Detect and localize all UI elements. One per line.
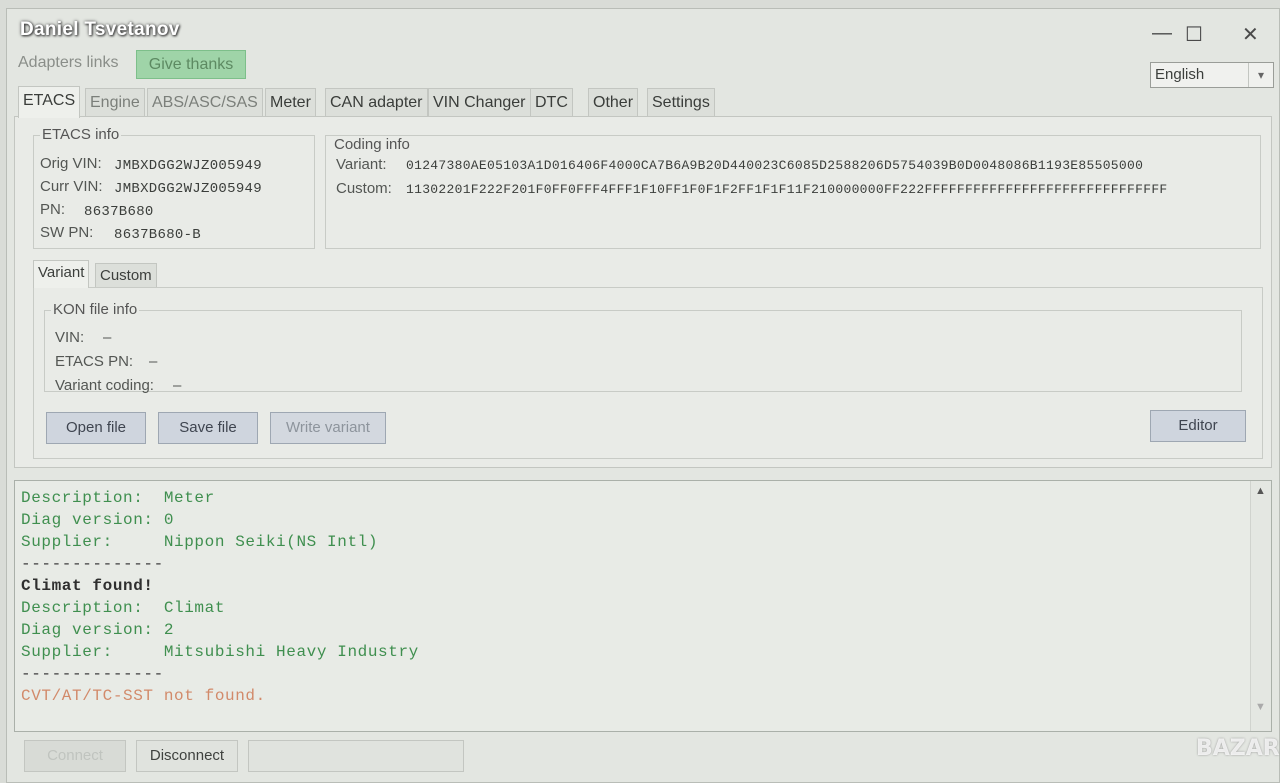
kon-file-info-group: KON file info VIN: – ETACS PN: – Variant… xyxy=(44,301,1242,394)
orig-vin-value: JMBXDGG2WJZ005949 xyxy=(114,158,262,174)
log-line: -------------- xyxy=(21,555,164,573)
maximize-button[interactable]: ☐ xyxy=(1185,22,1203,47)
etacs-panel: ETACS info Orig VIN: JMBXDGG2WJZ005949 C… xyxy=(14,116,1272,468)
kon-variant-coding-value: – xyxy=(173,377,182,394)
log-line: -------------- xyxy=(21,665,164,683)
log-line: Supplier: Mitsubishi Heavy Industry xyxy=(21,643,419,661)
log-line: Description: Climat xyxy=(21,599,226,617)
log-line: Description: Meter xyxy=(21,489,215,507)
language-value: English xyxy=(1155,66,1205,83)
custom-label: Custom: xyxy=(336,180,392,197)
tab-other[interactable]: Other xyxy=(588,88,639,117)
kon-etacs-pn-value: – xyxy=(149,353,158,370)
log-line: Diag version: 2 xyxy=(21,621,175,639)
adapters-links[interactable]: Adapters links xyxy=(18,54,119,72)
sw-pn-label: SW PN: xyxy=(40,224,94,241)
tab-meter[interactable]: Meter xyxy=(265,88,316,117)
variant-subpanel: KON file info VIN: – ETACS PN: – Variant… xyxy=(33,287,1263,459)
status-field xyxy=(248,740,464,772)
write-variant-button[interactable]: Write variant xyxy=(270,412,386,444)
log-scrollbar[interactable]: ▲ ▼ xyxy=(1250,481,1271,731)
etacs-info-title: ETACS info xyxy=(40,126,122,143)
curr-vin-label: Curr VIN: xyxy=(40,178,103,195)
kon-vin-label: VIN: xyxy=(55,329,85,346)
watermark-logo: BAZAR xyxy=(1196,736,1280,761)
kon-etacs-pn-label: ETACS PN: xyxy=(55,353,134,370)
connect-button[interactable]: Connect xyxy=(24,740,126,772)
editor-button[interactable]: Editor xyxy=(1150,410,1246,442)
window-title: Daniel Tsvetanov xyxy=(20,19,180,40)
custom-code: 11302201F222F201F0FF0FFF4FFF1F10FF1F0F1F… xyxy=(406,182,1168,197)
disconnect-button[interactable]: Disconnect xyxy=(136,740,238,772)
log-line: Supplier: Nippon Seiki(NS Intl) xyxy=(21,533,379,551)
kon-variant-coding-label: Variant coding: xyxy=(55,377,154,394)
tab-can-adapter[interactable]: CAN adapter xyxy=(325,88,428,117)
coding-info-group: Coding info Variant: 01247380AE05103A1D0… xyxy=(325,135,1261,249)
give-thanks-button[interactable]: Give thanks xyxy=(136,50,246,79)
curr-vin-value: JMBXDGG2WJZ005949 xyxy=(114,181,262,197)
tab-settings[interactable]: Settings xyxy=(647,88,715,117)
scroll-up-icon[interactable]: ▲ xyxy=(1255,485,1266,497)
tab-etacs[interactable]: ETACS xyxy=(18,86,81,118)
kon-vin-value: – xyxy=(103,329,112,346)
subtab-variant[interactable]: Variant xyxy=(33,260,90,288)
log-line: CVT/AT/TC-SST not found. xyxy=(21,687,266,705)
subtab-custom[interactable]: Custom xyxy=(95,263,157,288)
minimize-button[interactable]: — xyxy=(1152,22,1172,45)
pn-value: 8637B680 xyxy=(84,204,154,220)
tab-dtc[interactable]: DTC xyxy=(530,88,573,117)
etacs-info-group: ETACS info Orig VIN: JMBXDGG2WJZ005949 C… xyxy=(33,126,315,249)
language-select[interactable]: English ▾ xyxy=(1150,62,1274,88)
variant-code: 01247380AE05103A1D016406F4000CA7B6A9B20D… xyxy=(406,158,1144,173)
chevron-down-icon: ▾ xyxy=(1248,63,1273,87)
save-file-button[interactable]: Save file xyxy=(158,412,258,444)
orig-vin-label: Orig VIN: xyxy=(40,155,102,172)
open-file-button[interactable]: Open file xyxy=(46,412,146,444)
variant-label: Variant: xyxy=(336,156,387,173)
scroll-down-icon[interactable]: ▼ xyxy=(1255,701,1266,713)
tab-engine[interactable]: Engine xyxy=(85,88,145,117)
pn-label: PN: xyxy=(40,201,66,218)
log-line: Climat found! xyxy=(21,577,154,595)
tab-abs-asc-sas[interactable]: ABS/ASC/SAS xyxy=(147,88,263,117)
coding-info-title: Coding info xyxy=(332,136,412,153)
tab-vin-changer[interactable]: VIN Changer xyxy=(428,88,531,117)
sw-pn-value: 8637B680-B xyxy=(114,227,202,243)
log-output[interactable]: Description: Meter Diag version: 0 Suppl… xyxy=(14,480,1272,732)
kon-file-info-title: KON file info xyxy=(51,301,140,318)
close-button[interactable]: ✕ xyxy=(1242,22,1259,47)
log-line: Diag version: 0 xyxy=(21,511,175,529)
